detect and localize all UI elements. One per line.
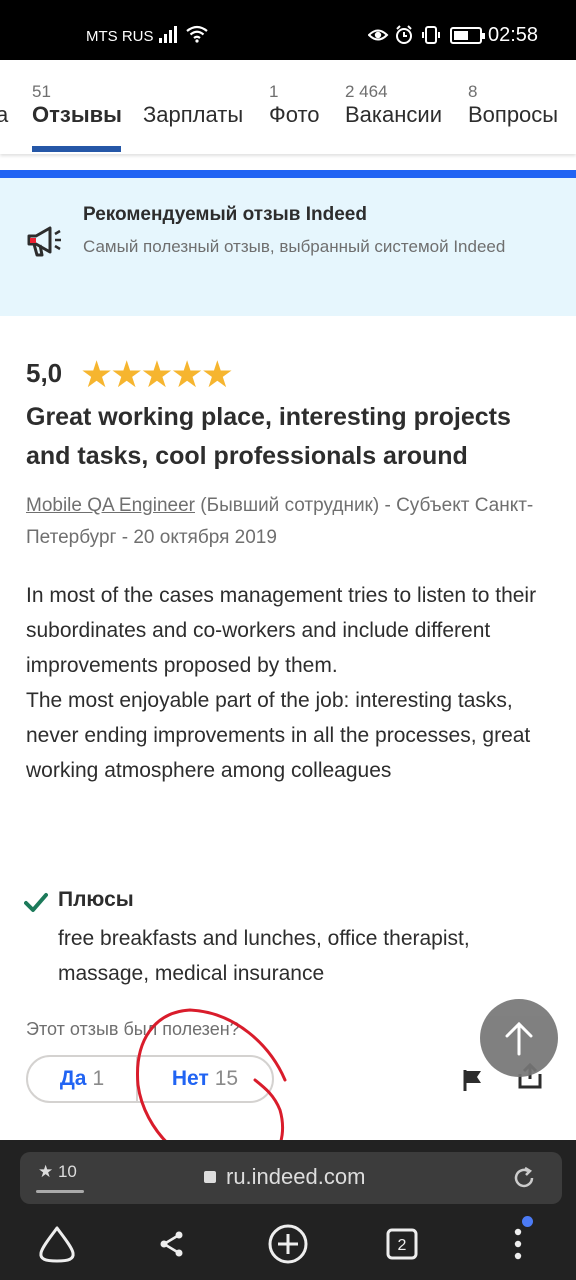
signal-icon xyxy=(159,26,177,43)
tabs-button[interactable]: 2 xyxy=(378,1220,426,1268)
share-nodes-icon xyxy=(160,1231,183,1257)
featured-title: Рекомендуемый отзыв Indeed xyxy=(83,204,367,225)
new-tab-button[interactable] xyxy=(264,1220,312,1268)
tab-count: 8 xyxy=(468,82,478,101)
status-bar: MTS RUS 02:58 xyxy=(0,0,576,60)
bookmark-count-text: 10 xyxy=(57,1162,77,1181)
job-title-link[interactable]: Mobile QA Engineer xyxy=(26,495,195,516)
vote-yes-count: 1 xyxy=(92,1067,105,1090)
arrow-up-icon xyxy=(505,1021,533,1056)
menu-button[interactable] xyxy=(494,1220,542,1268)
checkmark-icon xyxy=(24,893,48,912)
review-body: In most of the cases management tries to… xyxy=(26,578,561,788)
status-icons xyxy=(368,25,440,44)
vote-yes-button[interactable]: Да 1 xyxy=(28,1057,138,1101)
star-icon: ★ xyxy=(170,354,204,395)
url-text: ru.indeed.com xyxy=(226,1164,366,1189)
tab-label: Отзывы xyxy=(32,102,122,127)
tab-count: 1 xyxy=(269,82,279,101)
helpful-question: Этот отзыв был полезен? xyxy=(26,1019,240,1039)
accent-bar xyxy=(0,170,576,178)
vote-no-count: 15 xyxy=(214,1067,239,1090)
clock: 02:58 xyxy=(488,24,539,46)
tab-label: а xyxy=(0,102,9,127)
pros-text: free breakfasts and lunches, office ther… xyxy=(58,927,470,985)
star-rating: ★★★★★ xyxy=(80,354,234,395)
active-tab-indicator xyxy=(32,146,121,152)
browser-toolbar: ★ 10 ru.indeed.com 2 xyxy=(0,1140,576,1280)
tab-label: Фото xyxy=(269,102,320,127)
battery-icon xyxy=(450,27,485,44)
vote-no-label: Нет xyxy=(171,1067,209,1090)
browser-nav-row: 2 xyxy=(0,1220,576,1280)
featured-review-banner: Рекомендуемый отзыв Indeed Самый полезны… xyxy=(0,178,576,316)
flag-icon[interactable] xyxy=(462,1068,484,1092)
reload-icon[interactable] xyxy=(512,1166,536,1190)
company-tabs: а 51 Отзывы Зарплаты 1 Фото 2 464 Ваканс… xyxy=(0,60,576,154)
review-rating: 5,0 xyxy=(26,358,63,388)
home-icon xyxy=(39,1226,75,1263)
vote-no-button[interactable]: Нет 15 xyxy=(138,1057,272,1101)
star-icon: ★ xyxy=(80,354,113,395)
address-bar[interactable]: ★ 10 ru.indeed.com xyxy=(20,1152,562,1204)
star-icon: ★ xyxy=(200,354,234,395)
more-vert-icon xyxy=(514,1228,522,1260)
star-icon: ★ xyxy=(110,354,143,395)
tab-count: 2 464 xyxy=(345,82,388,101)
review-paragraph: The most enjoyable part of the job: inte… xyxy=(26,689,531,782)
star-icon: ★ xyxy=(140,354,173,395)
carrier-name: MTS RUS xyxy=(86,28,154,45)
review-paragraph: In most of the cases management tries to… xyxy=(26,584,537,677)
wifi-icon xyxy=(186,25,208,43)
tab-label: Зарплаты xyxy=(143,102,244,127)
home-button[interactable] xyxy=(33,1220,81,1268)
share-page-button[interactable] xyxy=(148,1220,196,1268)
tab-count: 51 xyxy=(32,82,51,101)
bookmark-count[interactable]: ★ 10 xyxy=(38,1162,77,1182)
helpful-vote-group: Да 1 Нет 15 xyxy=(26,1055,274,1103)
plus-circle-icon xyxy=(268,1224,308,1264)
tab-count-text: 2 xyxy=(398,1237,407,1254)
bookmark-underline xyxy=(36,1190,84,1193)
review-meta: Mobile QA Engineer (Бывший сотрудник) - … xyxy=(26,490,566,554)
megaphone-icon xyxy=(27,226,61,257)
featured-subtitle: Самый полезный отзыв, выбранный системой… xyxy=(83,237,506,256)
tabs-icon: 2 xyxy=(386,1228,418,1260)
review-title: Great working place, interesting project… xyxy=(26,403,511,470)
notification-dot xyxy=(522,1216,533,1227)
lock-icon xyxy=(204,1171,216,1183)
vote-yes-label: Да xyxy=(59,1067,87,1090)
pros-heading: Плюсы xyxy=(58,888,134,911)
tab-label: Вакансии xyxy=(345,102,442,127)
tab-label: Вопросы xyxy=(468,102,559,127)
scroll-top-button[interactable] xyxy=(480,999,558,1077)
